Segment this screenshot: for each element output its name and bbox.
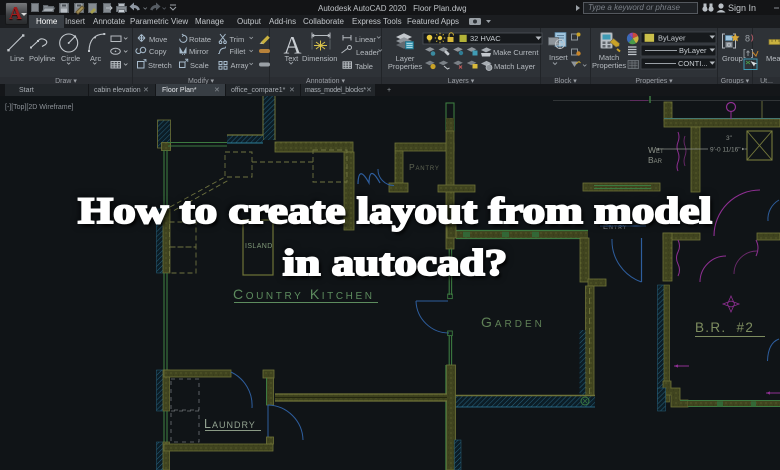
svg-text:Garden: Garden	[481, 314, 545, 330]
svg-text:3": 3"	[726, 135, 733, 142]
svg-text:Bar: Bar	[648, 155, 663, 165]
svg-text:8: 8	[745, 34, 750, 44]
svg-text:Pantry: Pantry	[409, 162, 440, 172]
svg-text:B.R. #2: B.R. #2	[695, 320, 754, 335]
svg-text:ByLayer: ByLayer	[679, 46, 707, 55]
svg-text:32 HVAC: 32 HVAC	[470, 34, 501, 43]
svg-text:ByLayer: ByLayer	[658, 34, 686, 43]
svg-text:Laundry: Laundry	[204, 417, 256, 431]
svg-text:9'-0 11/16": 9'-0 11/16"	[710, 147, 741, 154]
svg-text:CONTI...: CONTI...	[678, 59, 708, 68]
svg-text:Wet: Wet	[648, 145, 664, 155]
svg-text:A: A	[284, 33, 302, 60]
